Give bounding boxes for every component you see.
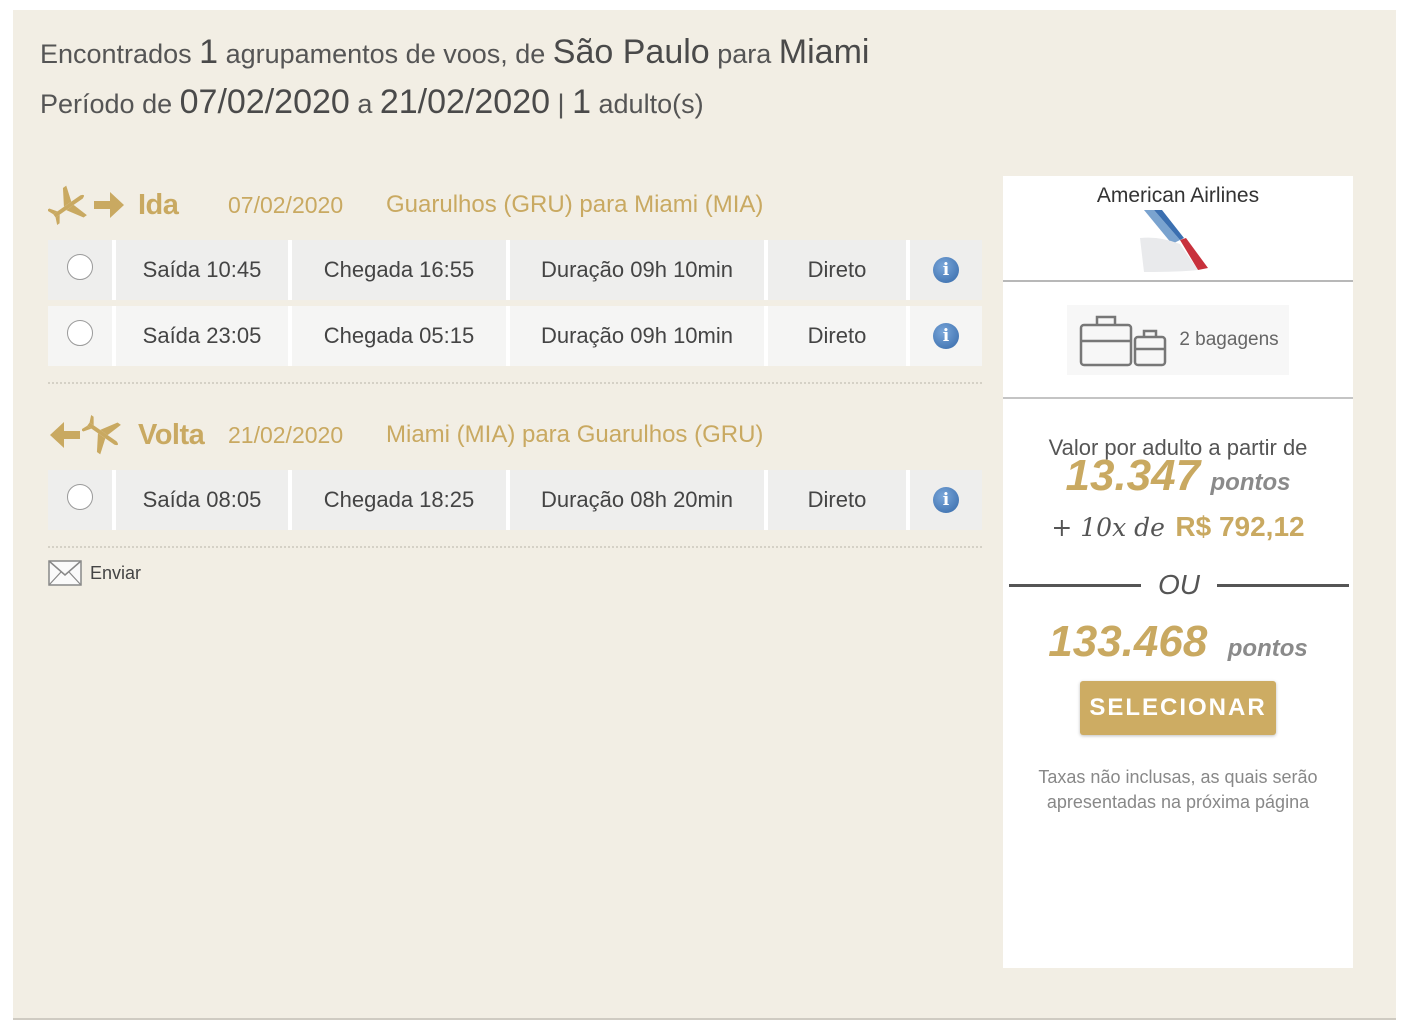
points-full-option: 133.468 pontos: [1003, 617, 1353, 667]
send-link[interactable]: Enviar: [48, 560, 141, 586]
arrival-time: Chegada 18:25: [288, 470, 506, 530]
points-amount: 13.347: [1065, 451, 1201, 500]
info-icon[interactable]: i: [933, 323, 959, 349]
flight-row[interactable]: Saída 08:05 Chegada 18:25 Duração 08h 20…: [48, 470, 982, 530]
or-label: OU: [1158, 569, 1200, 600]
plane-takeoff-icon: [48, 185, 87, 225]
flight-stops: Direto: [764, 240, 906, 300]
departure-time: Saída 23:05: [112, 306, 288, 366]
adults-count: 1: [572, 83, 591, 121]
flight-row[interactable]: Saída 23:05 Chegada 05:15 Duração 09h 10…: [48, 306, 982, 366]
search-summary: Encontrados 1 agrupamentos de voos, de S…: [40, 28, 869, 128]
offer-card: American Airlines 2 bagagens Valor por a…: [1003, 176, 1353, 968]
flight-duration: Duração 08h 20min: [506, 470, 764, 530]
baggage-section: 2 bagagens: [1003, 282, 1353, 399]
send-label: Enviar: [90, 562, 142, 583]
flight-select-radio[interactable]: [67, 320, 93, 346]
outbound-date: 07/02/2020: [228, 191, 344, 218]
airline-section: American Airlines: [1003, 176, 1353, 282]
suitcase-icon: [1080, 315, 1167, 366]
flight-stops: Direto: [764, 470, 906, 530]
arrival-time: Chegada 16:55: [288, 240, 506, 300]
arrival-time: Chegada 05:15: [288, 306, 506, 366]
points-full-unit: pontos: [1227, 635, 1308, 662]
departure-time: Saída 10:45: [112, 240, 288, 300]
departure-time: Saída 08:05: [112, 470, 288, 530]
baggage-text: 2 bagagens: [1179, 328, 1279, 350]
installment-prefix: + 10x de: [1051, 513, 1165, 542]
points-unit: pontos: [1210, 469, 1291, 496]
info-icon[interactable]: i: [933, 487, 959, 513]
summary-line-2: Período de 07/02/2020 a 21/02/2020 | 1 a…: [40, 83, 704, 121]
outbound-route: Guarulhos (GRU) para Miami (MIA): [386, 191, 764, 218]
bottom-divider: [13, 1018, 1396, 1020]
return-route: Miami (MIA) para Guarulhos (GRU): [386, 421, 764, 448]
airline-logo: [1140, 210, 1216, 274]
section-divider: [48, 546, 982, 548]
start-date: 07/02/2020: [179, 83, 350, 121]
plane-landing-icon: [82, 415, 121, 455]
flight-row[interactable]: Saída 10:45 Chegada 16:55 Duração 09h 10…: [48, 240, 982, 300]
airline-name: American Airlines: [1096, 184, 1260, 207]
groups-count: 1: [199, 33, 219, 71]
flight-duration: Duração 09h 10min: [506, 306, 764, 366]
summary-line-1: Encontrados 1 agrupamentos de voos, de S…: [40, 33, 870, 71]
destination-city: Miami: [778, 33, 870, 71]
outbound-label: Ida: [138, 188, 179, 221]
select-button[interactable]: SELECIONAR: [1080, 681, 1276, 735]
info-icon[interactable]: i: [933, 257, 959, 283]
origin-city: São Paulo: [552, 33, 710, 71]
arrow-left-icon: [50, 422, 80, 448]
arrow-right-icon: [94, 192, 124, 218]
return-header: Volta 21/02/2020 Miami (MIA) para Guarul…: [48, 410, 763, 460]
installment-value: R$ 792,12: [1175, 511, 1305, 542]
return-label: Volta: [138, 418, 205, 451]
or-divider: OU: [1009, 569, 1349, 601]
outbound-header: Ida 07/02/2020 Guarulhos (GRU) para Miam…: [48, 180, 763, 230]
flight-duration: Duração 09h 10min: [506, 240, 764, 300]
flight-select-radio[interactable]: [67, 254, 93, 280]
installment-option: + 10x de R$ 792,12: [1003, 511, 1353, 543]
flight-stops: Direto: [764, 306, 906, 366]
envelope-icon: [48, 560, 82, 586]
flight-select-radio[interactable]: [67, 484, 93, 510]
return-date: 21/02/2020: [228, 421, 344, 448]
end-date: 21/02/2020: [379, 83, 551, 121]
taxes-note: Taxas não inclusas, as quais serão apres…: [1038, 767, 1318, 812]
section-divider: [48, 382, 982, 384]
points-full-amount: 133.468: [1048, 617, 1208, 666]
